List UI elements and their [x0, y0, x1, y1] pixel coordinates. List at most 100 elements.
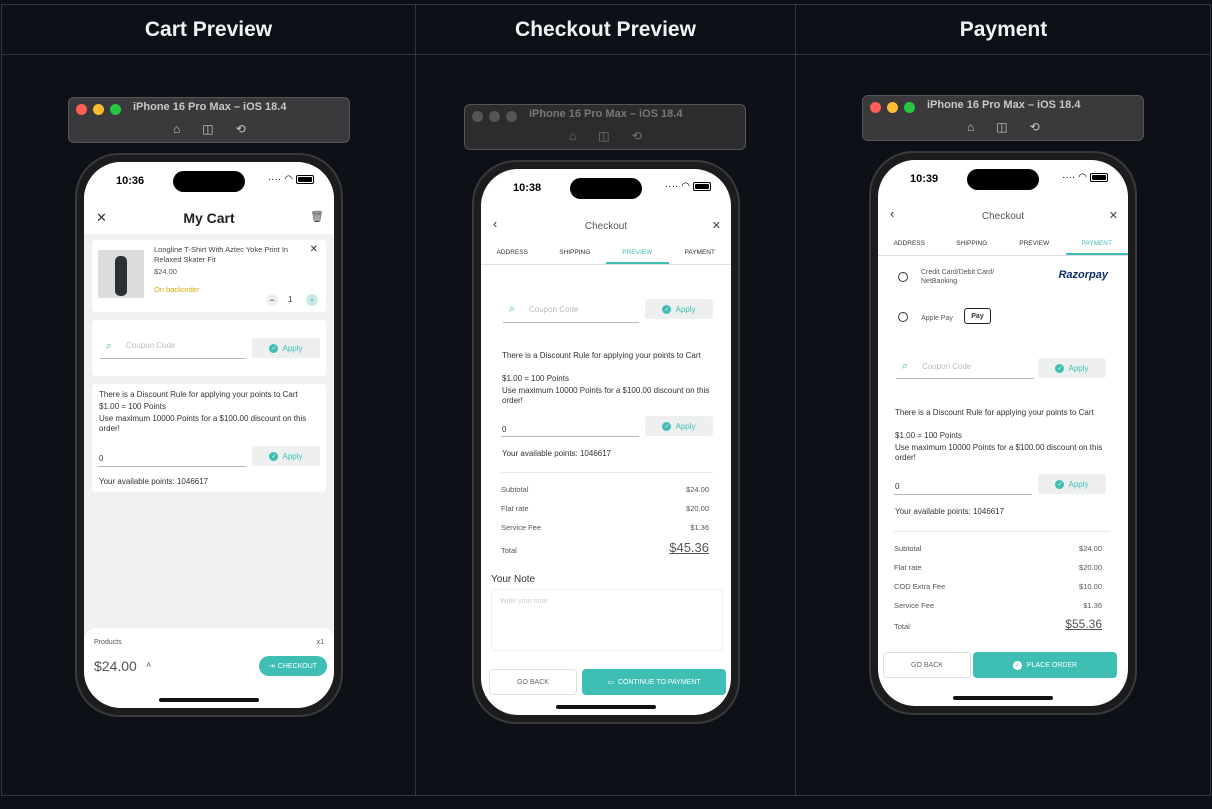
wifi-icon: ◠ [284, 174, 293, 185]
check-icon: ✓ [662, 304, 672, 314]
cart-footer: Products x1 $24.00 ˄ ⇥ CHECKOUT [84, 628, 334, 708]
status-icons: ···· ◠ [268, 174, 314, 185]
tab-preview[interactable]: PREVIEW [1003, 240, 1066, 255]
points-apply-button[interactable]: ✓ Apply [1038, 474, 1106, 494]
rotate-icon[interactable]: ⟲ [1030, 120, 1040, 134]
page-title: Checkout [584, 221, 628, 232]
search-icon: ⌕ [106, 340, 113, 352]
home-icon[interactable]: ⌂ [173, 122, 180, 136]
coupon-apply-button[interactable]: ✓ Apply [645, 299, 713, 319]
continue-to-payment-button[interactable]: ▭ CONTINUE TO PAYMENT [582, 669, 726, 695]
points-input[interactable]: 0 [99, 454, 103, 463]
check-icon: ✓ [269, 343, 279, 353]
discount-rule-text: There is a Discount Rule for applying yo… [895, 408, 1094, 417]
razorpay-radio[interactable] [898, 272, 908, 282]
tab-shipping[interactable]: SHIPPING [544, 249, 607, 264]
home-icon[interactable]: ⌂ [967, 120, 974, 134]
points-rate: $1.00 = 100 Points [99, 402, 166, 411]
home-icon[interactable]: ⌂ [569, 129, 576, 143]
zoom-window-button[interactable] [110, 104, 121, 115]
status-time: 10:39 [910, 173, 939, 185]
checkout-screen: 10:38 ···· ◠ ‹ Checkout ✕ ADDRESS SHIPPI… [481, 169, 731, 715]
signal-icon: ···· [664, 181, 679, 192]
battery-icon [1090, 173, 1108, 182]
search-icon: ⌕ [509, 303, 516, 315]
zoom-window-button[interactable] [904, 102, 915, 113]
cart-total: $24.00 [94, 658, 137, 674]
trash-icon[interactable]: 🗑 [310, 210, 324, 223]
close-window-button[interactable] [76, 104, 87, 115]
status-time: 10:38 [513, 182, 542, 194]
note-title: Your Note [491, 574, 536, 585]
go-back-button[interactable]: GO BACK [883, 652, 971, 678]
simulator-title: iPhone 16 Pro Max – iOS 18.4 [927, 99, 1081, 111]
decrease-qty-button[interactable]: − [266, 294, 278, 306]
close-window-button[interactable] [870, 102, 881, 113]
go-back-button[interactable]: GO BACK [489, 669, 577, 695]
checkout-column: Checkout Preview iPhone 16 Pro Max – iOS… [415, 5, 795, 795]
available-points: Your available points: 1046617 [99, 477, 209, 486]
tab-preview[interactable]: PREVIEW [606, 249, 669, 264]
preview-grid: Cart Preview iPhone 16 Pro Max – iOS 18.… [1, 4, 1211, 796]
close-icon[interactable]: ✕ [1109, 209, 1118, 222]
coupon-apply-button[interactable]: ✓ Apply [252, 338, 320, 358]
check-icon: ✓ [1012, 660, 1022, 670]
payment-method-label[interactable]: Apple Pay [921, 315, 953, 322]
coupon-apply-button[interactable]: ✓ Apply [1038, 358, 1106, 378]
discount-rule-text: There is a Discount Rule for applying yo… [502, 351, 701, 360]
points-input[interactable]: 0 [895, 482, 899, 491]
points-input[interactable]: 0 [502, 425, 506, 434]
minimize-window-button[interactable] [93, 104, 104, 115]
screenshot-icon[interactable]: ◫ [996, 120, 1007, 134]
tab-address[interactable]: ADDRESS [878, 240, 941, 255]
remove-item-icon[interactable]: ✕ [310, 244, 318, 255]
zoom-window-button[interactable] [506, 111, 517, 122]
payment-method-label[interactable]: Credit Card/Debit Card/ NetBanking [921, 268, 1016, 286]
max-points-text: Use maximum 10000 Points for a $100.00 d… [895, 443, 1103, 462]
simulator-toolbar: iPhone 16 Pro Max – iOS 18.4 ⌂ ◫ ⟲ [68, 97, 350, 143]
tab-payment[interactable]: PAYMENT [1065, 240, 1128, 255]
check-icon: ✓ [269, 451, 279, 461]
tab-shipping[interactable]: SHIPPING [941, 240, 1004, 255]
check-icon: ✓ [662, 421, 672, 431]
points-apply-button[interactable]: ✓ Apply [252, 446, 320, 466]
minimize-window-button[interactable] [887, 102, 898, 113]
products-label: Products [94, 639, 122, 646]
close-window-button[interactable] [472, 111, 483, 122]
status-time: 10:36 [116, 175, 145, 187]
status-icons: ···· ◠ [1062, 172, 1108, 183]
wifi-icon: ◠ [1078, 172, 1087, 183]
product-price: $24.00 [154, 267, 177, 276]
column-title: Checkout Preview [416, 5, 795, 55]
points-rate: $1.00 = 100 Points [502, 374, 569, 383]
coupon-input[interactable]: Coupon Code [529, 305, 578, 314]
page-title: My Cart [183, 210, 235, 226]
battery-icon [693, 182, 711, 191]
screenshot-icon[interactable]: ◫ [598, 129, 609, 143]
note-textarea[interactable]: Write your note [491, 589, 723, 651]
apple-pay-radio[interactable] [898, 312, 908, 322]
minimize-window-button[interactable] [489, 111, 500, 122]
simulator-title: iPhone 16 Pro Max – iOS 18.4 [529, 108, 683, 120]
check-icon: ✓ [1055, 479, 1065, 489]
close-icon[interactable]: ✕ [712, 219, 721, 232]
screenshot-icon[interactable]: ◫ [202, 122, 213, 136]
home-indicator [159, 698, 259, 702]
home-indicator [556, 705, 656, 709]
increase-qty-button[interactable]: + [306, 294, 318, 306]
chevron-up-icon[interactable]: ˄ [146, 660, 151, 670]
checkout-tabs: ADDRESS SHIPPING PREVIEW PAYMENT [481, 249, 731, 265]
place-order-button[interactable]: ✓ PLACE ORDER [973, 652, 1117, 678]
product-image[interactable] [98, 250, 144, 298]
points-apply-button[interactable]: ✓ Apply [645, 416, 713, 436]
coupon-input[interactable]: Coupon Code [922, 362, 971, 371]
coupon-input[interactable]: Coupon Code [126, 341, 175, 350]
phone-frame: 10:36 ···· ◠ ✕ My Cart 🗑 Longline T-Shir… [75, 153, 343, 717]
rotate-icon[interactable]: ⟲ [632, 129, 642, 143]
tab-address[interactable]: ADDRESS [481, 249, 544, 264]
rotate-icon[interactable]: ⟲ [236, 122, 246, 136]
search-icon: ⌕ [902, 360, 909, 372]
product-name[interactable]: Longline T-Shirt With Aztec Yoke Print I… [154, 245, 304, 265]
tab-payment[interactable]: PAYMENT [669, 249, 732, 264]
checkout-button[interactable]: ⇥ CHECKOUT [259, 656, 327, 676]
